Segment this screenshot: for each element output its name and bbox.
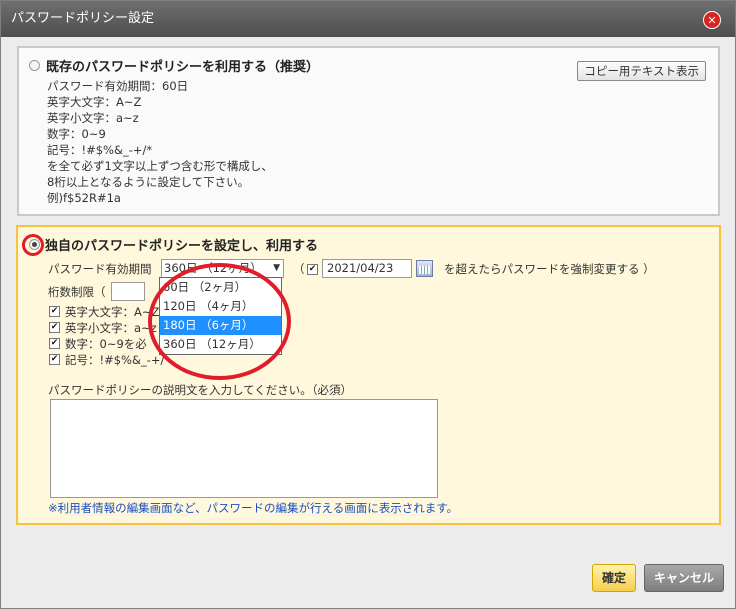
existing-policy-radio[interactable] (29, 60, 40, 71)
validity-label: パスワード有効期間 (48, 262, 152, 276)
calendar-icon[interactable] (416, 260, 433, 277)
digits-input[interactable] (111, 282, 145, 301)
annotation-circle-dropdown (148, 263, 291, 380)
uppercase-checkbox[interactable]: ✔ (49, 306, 60, 317)
policy-line: 英字小文字：a~z (47, 111, 139, 125)
description-label: パスワードポリシーの説明文を入力してください。（必須） (48, 383, 353, 397)
policy-line: 数字：0~9 (47, 127, 106, 141)
policy-line: 例)f$52R#1a (47, 191, 121, 205)
policy-line: を全て必ず1文字以上ずつ含む形で構成し、 (47, 159, 273, 173)
annotation-circle-radio (22, 234, 44, 256)
dialog-titlebar: パスワードポリシー設定 ✕ (1, 1, 735, 37)
digits-char-label: 数字：0~9を必 (65, 337, 147, 351)
force-change-label: を超えたらパスワードを強制変更する ） (444, 262, 655, 276)
existing-policy-details: パスワード有効期間：60日 英字大文字：A~Z 英字小文字：a~z 数字：0~9… (47, 78, 273, 206)
symbols-label: 記号：!#$%&_-+/ (65, 353, 165, 367)
symbols-checkbox[interactable]: ✔ (49, 354, 60, 365)
lowercase-checkbox[interactable]: ✔ (49, 322, 60, 333)
force-change-checkbox[interactable]: ✔ (307, 264, 318, 275)
copy-text-button[interactable]: コピー用テキスト表示 (577, 61, 706, 81)
description-textarea[interactable] (50, 399, 438, 498)
close-icon[interactable]: ✕ (703, 11, 721, 29)
uppercase-label: 英字大文字：A~Z (65, 305, 160, 319)
dialog-title: パスワードポリシー設定 (11, 11, 155, 26)
description-note: ※利用者情報の編集画面など、パスワードの編集が行える画面に表示されます。 (48, 501, 459, 515)
date-input[interactable]: 2021/04/23 (322, 259, 412, 278)
digits-label: 桁数制限（ (48, 285, 106, 299)
confirm-button[interactable]: 確定 (592, 564, 636, 592)
policy-line: パスワード有効期間：60日 (47, 79, 189, 93)
custom-policy-heading: 独自のパスワードポリシーを設定し、利用する (45, 239, 319, 254)
chevron-down-icon: ▼ (273, 263, 280, 273)
policy-line: 記号：!#$%&_-+/* (47, 143, 153, 157)
paren-open: （ (293, 262, 305, 276)
cancel-button[interactable]: キャンセル (644, 564, 724, 592)
policy-line: 8桁以上となるように設定して下さい。 (47, 175, 250, 189)
lowercase-label: 英字小文字：a~z (65, 321, 157, 335)
digits-checkbox[interactable]: ✔ (49, 338, 60, 349)
policy-line: 英字大文字：A~Z (47, 95, 142, 109)
password-policy-dialog: パスワードポリシー設定 ✕ 既存のパスワードポリシーを利用する（推奨） コピー用… (0, 0, 736, 609)
custom-policy-panel: 独自のパスワードポリシーを設定し、利用する パスワード有効期間 360日 （12… (16, 225, 721, 525)
existing-policy-panel: 既存のパスワードポリシーを利用する（推奨） コピー用テキスト表示 パスワード有効… (17, 46, 720, 216)
existing-policy-heading: 既存のパスワードポリシーを利用する（推奨） (46, 60, 320, 75)
